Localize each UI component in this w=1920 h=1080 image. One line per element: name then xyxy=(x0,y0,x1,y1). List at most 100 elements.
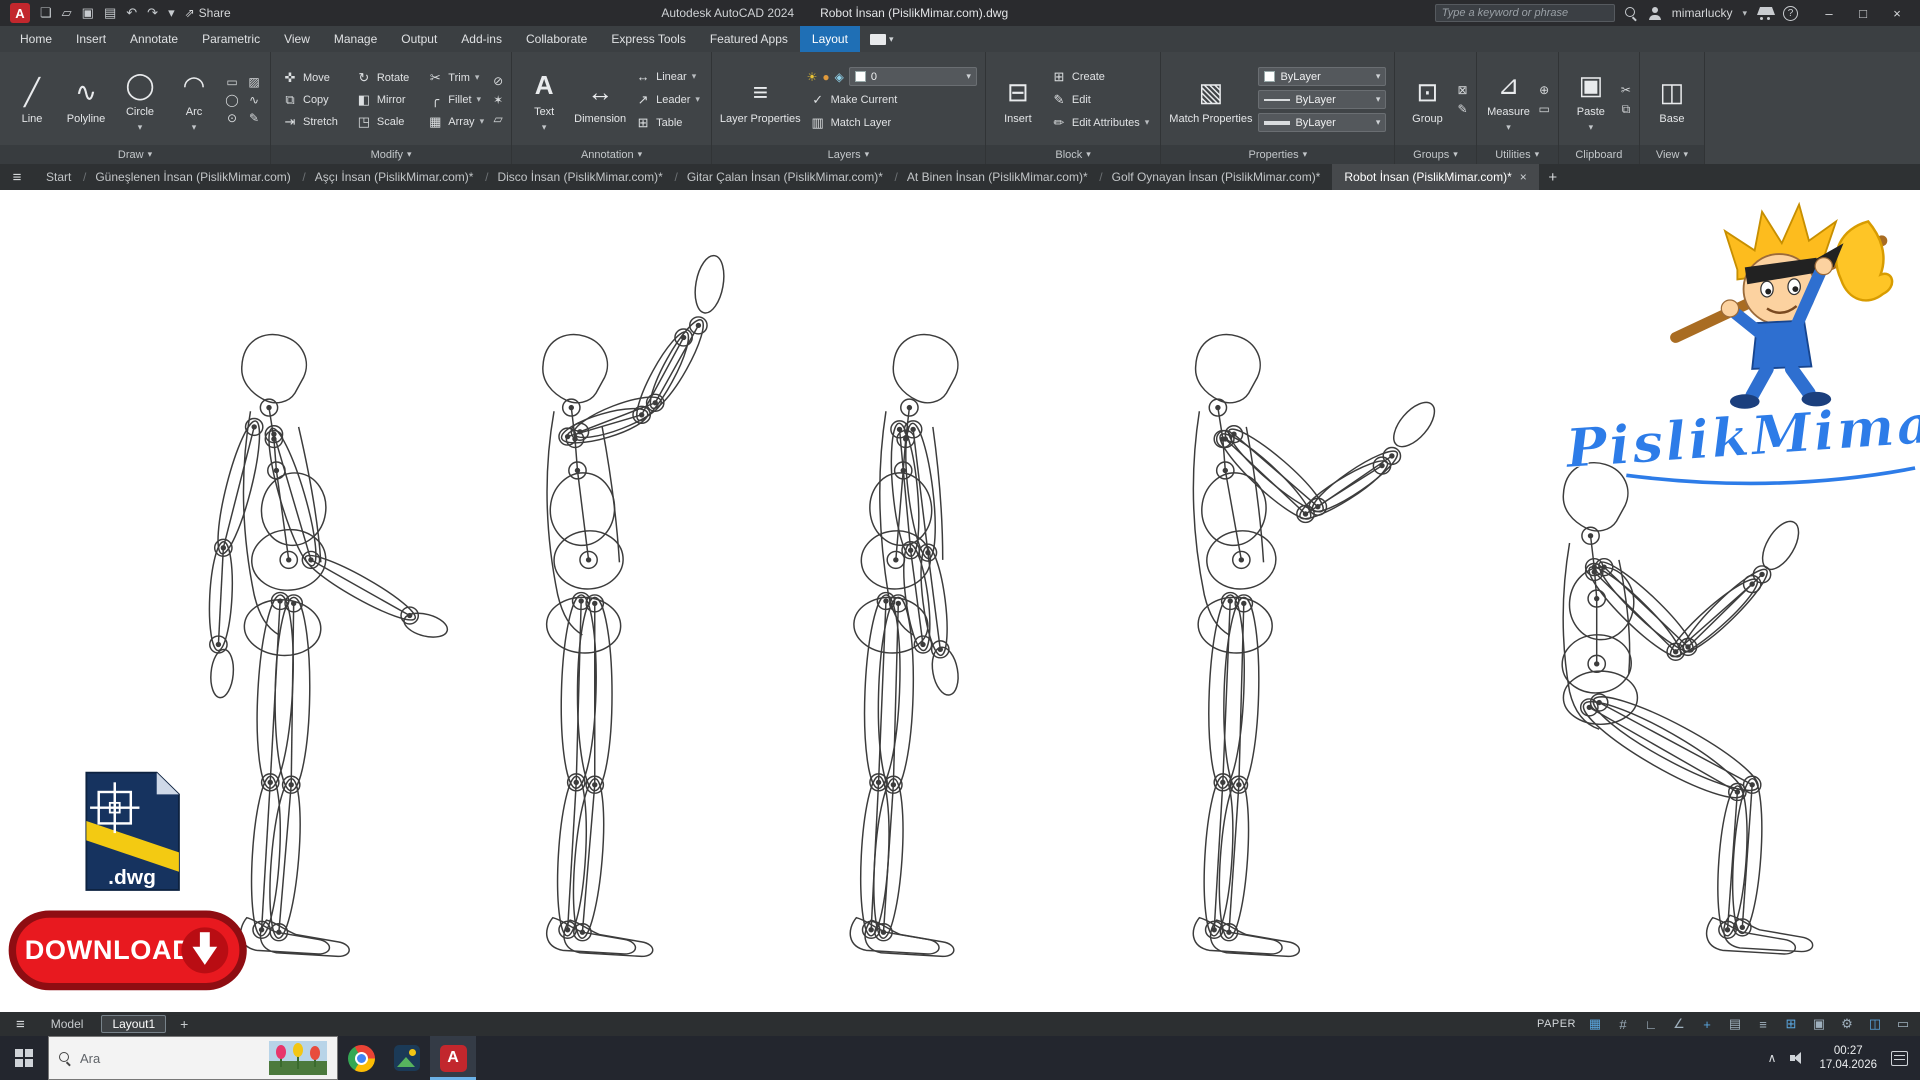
tab-home[interactable]: Home xyxy=(8,26,64,52)
measure-button[interactable]: ⊿ Measure ▾ xyxy=(1485,59,1533,141)
edit-attributes-button[interactable]: ✏Edit Attributes▾ xyxy=(1048,113,1152,132)
rotate-button[interactable]: ↻Rotate xyxy=(353,68,412,87)
new-layout-button[interactable]: + xyxy=(174,1016,194,1032)
close-button[interactable]: × xyxy=(1880,0,1914,26)
doc-tab-asci[interactable]: Aşçı İnsan (PislikMimar.com)* xyxy=(303,164,486,190)
panel-label-clipboard[interactable]: Clipboard xyxy=(1559,145,1639,164)
tab-express-tools[interactable]: Express Tools xyxy=(599,26,697,52)
trim-button[interactable]: ✂Trim▾ xyxy=(424,68,487,87)
photos-taskbar-button[interactable] xyxy=(384,1036,430,1080)
statusbar-hamburger-icon[interactable]: ≡ xyxy=(8,1016,33,1033)
edit-block-button[interactable]: ✎Edit xyxy=(1048,90,1152,109)
grid-display-icon[interactable]: ▦ xyxy=(1586,1016,1604,1032)
download-button[interactable]: DOWNLOAD xyxy=(12,914,243,987)
line-button[interactable]: ╱ Line xyxy=(8,59,56,141)
panel-label-groups[interactable]: Groups ▾ xyxy=(1395,145,1475,164)
model-tab[interactable]: Model xyxy=(41,1016,94,1032)
doc-tab-start[interactable]: Start xyxy=(34,164,83,190)
object-snap-icon[interactable]: + xyxy=(1698,1017,1716,1032)
snap-mode-icon[interactable]: # xyxy=(1614,1017,1632,1032)
notification-center-icon[interactable] xyxy=(1891,1051,1908,1066)
layer-on-icon[interactable]: ☀ xyxy=(807,70,818,84)
arc-button[interactable]: ◠ Arc ▾ xyxy=(170,59,218,141)
linear-button[interactable]: ↔Linear▾ xyxy=(632,67,703,86)
lineweight-icon[interactable]: ▤ xyxy=(1726,1016,1744,1032)
tab-parametric[interactable]: Parametric xyxy=(190,26,272,52)
group-button[interactable]: ⊡ Group xyxy=(1403,59,1451,141)
drawing-area[interactable]: PislikMimar .dwg DOWNLOAD xyxy=(0,190,1920,1012)
point-icon[interactable]: ⊙ xyxy=(224,111,240,125)
quick-calc-icon[interactable]: ▭ xyxy=(1539,102,1550,116)
circle-button[interactable]: ◯ Circle ▾ xyxy=(116,59,164,141)
match-layer-button[interactable]: ▥Match Layer xyxy=(807,113,977,132)
ungroup-icon[interactable]: ⊠ xyxy=(1457,83,1467,97)
lineweight-dropdown[interactable]: ByLayer ▾ xyxy=(1258,113,1386,132)
tab-insert[interactable]: Insert xyxy=(64,26,118,52)
polar-tracking-icon[interactable]: ∠ xyxy=(1670,1016,1688,1032)
tab-addins[interactable]: Add-ins xyxy=(449,26,514,52)
copy-clip-icon[interactable]: ⧉ xyxy=(1621,102,1631,117)
redo-icon[interactable]: ↷ xyxy=(147,5,158,21)
tray-expand-icon[interactable]: ∧ xyxy=(1768,1051,1777,1065)
doc-tab-gunneslenen[interactable]: Güneşlenen İnsan (PislikMimar.com) xyxy=(83,164,302,190)
user-avatar-icon[interactable] xyxy=(1648,7,1662,20)
taskbar-search-input[interactable] xyxy=(80,1051,261,1066)
dynamic-input-icon[interactable]: ≡ xyxy=(1754,1017,1772,1032)
doc-menu-hamburger-icon[interactable]: ≡ xyxy=(0,164,34,190)
search-icon[interactable] xyxy=(1625,7,1638,20)
annotation-scale-icon[interactable]: ⊞ xyxy=(1782,1016,1800,1032)
tab-collaborate[interactable]: Collaborate xyxy=(514,26,599,52)
object-color-dropdown[interactable]: ByLayer ▾ xyxy=(1258,67,1386,86)
paste-button[interactable]: ▣ Paste ▾ xyxy=(1567,59,1615,141)
cart-icon[interactable] xyxy=(1757,6,1773,20)
linetype-dropdown[interactable]: ByLayer ▾ xyxy=(1258,90,1386,109)
offset-icon[interactable]: ▱ xyxy=(493,112,503,126)
panel-label-properties[interactable]: Properties ▾ xyxy=(1161,145,1394,164)
make-current-button[interactable]: ✓Make Current xyxy=(807,90,977,109)
panel-label-utilities[interactable]: Utilities ▾ xyxy=(1477,145,1558,164)
array-button[interactable]: ▦Array▾ xyxy=(424,112,487,131)
new-file-icon[interactable]: ❏ xyxy=(40,5,52,21)
explode-icon[interactable]: ✶ xyxy=(493,93,503,107)
tab-view[interactable]: View xyxy=(272,26,322,52)
stretch-button[interactable]: ⇥Stretch xyxy=(279,112,341,131)
layer-lock-icon[interactable]: ◈ xyxy=(835,70,844,84)
copy-button[interactable]: ⧉Copy xyxy=(279,90,341,109)
text-button[interactable]: A Text ▾ xyxy=(520,59,568,141)
panel-label-draw[interactable]: Draw ▾ xyxy=(0,145,270,164)
create-block-button[interactable]: ⊞Create xyxy=(1048,67,1152,86)
layer-properties-button[interactable]: ≡ Layer Properties xyxy=(720,59,801,141)
doc-tab-golf[interactable]: Golf Oynayan İnsan (PislikMimar.com)* xyxy=(1100,164,1333,190)
scale-button[interactable]: ◳Scale xyxy=(353,112,412,131)
open-file-icon[interactable]: ▱ xyxy=(62,5,72,21)
new-drawing-tab-button[interactable]: + xyxy=(1539,164,1567,190)
keyword-search-input[interactable] xyxy=(1435,4,1615,22)
maximize-button[interactable]: □ xyxy=(1846,0,1880,26)
save-icon[interactable]: ▣ xyxy=(82,5,94,21)
autocad-logo-icon[interactable]: A xyxy=(10,3,30,23)
doc-tab-disco[interactable]: Disco İnsan (PislikMimar.com)* xyxy=(485,164,674,190)
autocad-taskbar-button[interactable]: A xyxy=(430,1036,476,1080)
qat-dropdown-icon[interactable]: ▾ xyxy=(168,5,175,21)
dimension-button[interactable]: ↔ Dimension xyxy=(574,59,626,141)
chrome-taskbar-button[interactable] xyxy=(338,1036,384,1080)
close-tab-icon[interactable]: × xyxy=(1520,170,1527,184)
table-button[interactable]: ⊞Table xyxy=(632,113,703,132)
tab-output[interactable]: Output xyxy=(389,26,449,52)
volume-icon[interactable] xyxy=(1790,1052,1805,1065)
doc-tab-robot[interactable]: Robot İnsan (PislikMimar.com)* × xyxy=(1332,164,1538,190)
id-point-icon[interactable]: ⊕ xyxy=(1539,83,1550,97)
taskbar-search[interactable] xyxy=(48,1036,338,1080)
doc-tab-atbinen[interactable]: At Binen İnsan (PislikMimar.com)* xyxy=(895,164,1100,190)
panel-label-modify[interactable]: Modify ▾ xyxy=(271,145,511,164)
insert-block-button[interactable]: ⊟ Insert xyxy=(994,59,1042,141)
polyline-button[interactable]: ∿ Polyline xyxy=(62,59,110,141)
layout1-tab[interactable]: Layout1 xyxy=(101,1015,166,1033)
share-button[interactable]: ⇗ Share xyxy=(185,6,231,20)
erase-icon[interactable]: ⊘ xyxy=(493,74,503,88)
panel-label-view[interactable]: View ▾ xyxy=(1640,145,1704,164)
help-icon[interactable]: ? xyxy=(1783,6,1798,21)
rectangle-icon[interactable]: ▭ xyxy=(224,75,240,89)
start-button[interactable] xyxy=(0,1036,48,1080)
layer-freeze-icon[interactable]: ● xyxy=(822,70,829,84)
